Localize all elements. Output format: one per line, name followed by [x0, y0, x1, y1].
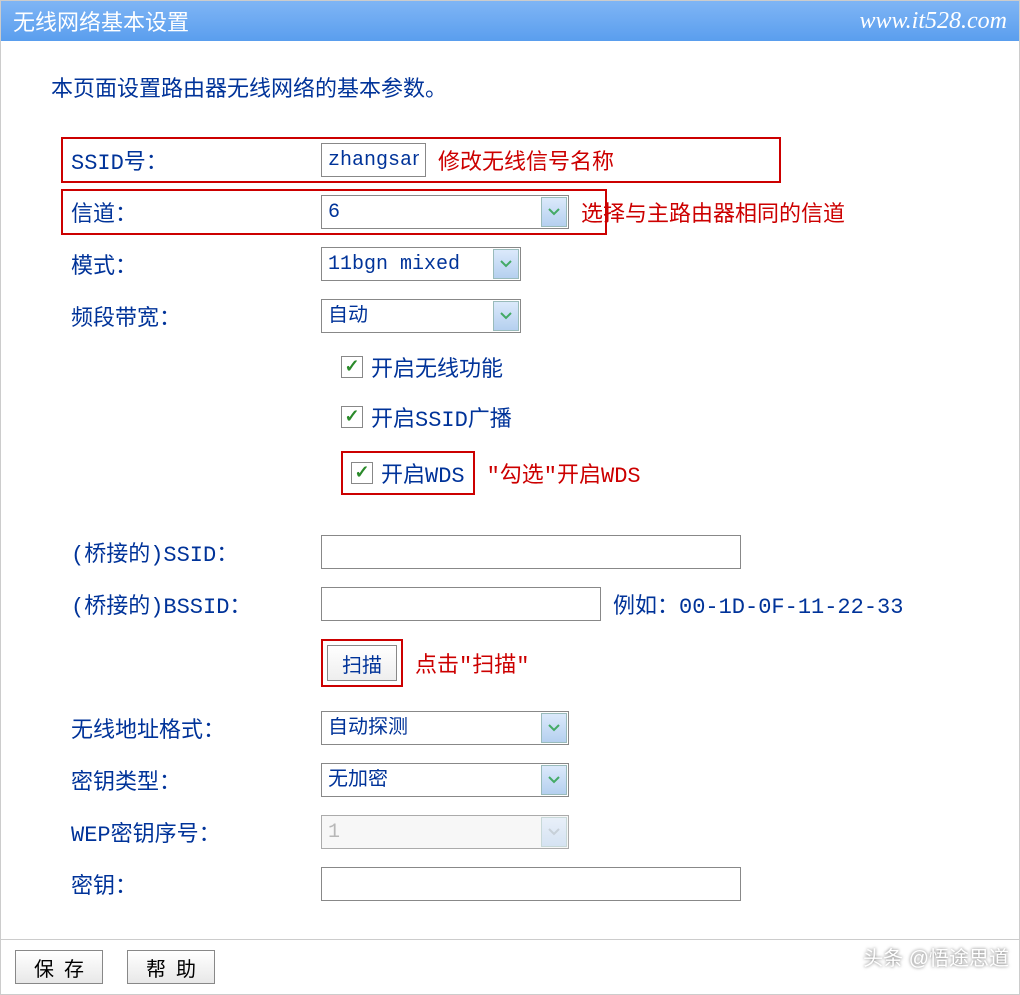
- bridge-ssid-row: (桥接的)SSID：: [51, 535, 979, 569]
- channel-select[interactable]: 6: [321, 195, 569, 229]
- bridge-ssid-input[interactable]: [321, 535, 741, 569]
- key-type-select[interactable]: 无加密: [321, 763, 569, 797]
- channel-annotation: 选择与主路由器相同的信道: [581, 196, 845, 228]
- header-bar: 无线网络基本设置 www.it528.com: [1, 1, 1019, 41]
- content-area: 本页面设置路由器无线网络的基本参数。 SSID号： 修改无线信号名称 信道： 6…: [1, 41, 1019, 939]
- scan-button[interactable]: 扫描: [327, 645, 397, 681]
- mode-label: 模式：: [51, 248, 321, 280]
- bssid-example: 例如：00-1D-0F-11-22-33: [613, 588, 903, 620]
- bandwidth-row: 频段带宽： 自动: [51, 299, 979, 333]
- wep-index-label: WEP密钥序号：: [51, 816, 321, 848]
- mode-select-wrap[interactable]: 11bgn mixed: [321, 247, 521, 281]
- wds-checkbox[interactable]: [351, 462, 373, 484]
- scan-annotation: 点击"扫描": [415, 647, 529, 679]
- wireless-checkbox-label: 开启无线功能: [371, 351, 503, 383]
- help-button[interactable]: 帮助: [127, 950, 215, 984]
- key-input[interactable]: [321, 867, 741, 901]
- main-container: 无线网络基本设置 www.it528.com 本页面设置路由器无线网络的基本参数…: [0, 0, 1020, 995]
- bandwidth-select[interactable]: 自动: [321, 299, 521, 333]
- page-description: 本页面设置路由器无线网络的基本参数。: [51, 71, 979, 103]
- key-type-label: 密钥类型：: [51, 764, 321, 796]
- wds-annotation: "勾选"开启WDS: [487, 457, 641, 489]
- bandwidth-label: 频段带宽：: [51, 300, 321, 332]
- ssid-broadcast-checkbox-row: 开启SSID广播: [341, 401, 979, 433]
- bridge-bssid-label: (桥接的)BSSID：: [51, 588, 321, 620]
- addr-format-select[interactable]: 自动探测: [321, 711, 569, 745]
- header-url: www.it528.com: [859, 8, 1007, 35]
- wireless-checkbox-row: 开启无线功能: [341, 351, 979, 383]
- wep-index-select-wrap: 1: [321, 815, 569, 849]
- wds-checkbox-label: 开启WDS: [381, 457, 465, 489]
- bandwidth-select-wrap[interactable]: 自动: [321, 299, 521, 333]
- ssid-broadcast-checkbox-label: 开启SSID广播: [371, 401, 512, 433]
- addr-format-row: 无线地址格式： 自动探测: [51, 711, 979, 745]
- wds-highlight-box: 开启WDS: [341, 451, 475, 495]
- watermark: 头条 @悟途思道: [863, 942, 1009, 971]
- ssid-row: SSID号： 修改无线信号名称: [51, 143, 979, 177]
- key-label: 密钥：: [51, 868, 321, 900]
- ssid-highlight-box: [61, 137, 781, 183]
- bridge-bssid-input[interactable]: [321, 587, 601, 621]
- bridge-bssid-row: (桥接的)BSSID： 例如：00-1D-0F-11-22-33: [51, 587, 979, 621]
- page-title: 无线网络基本设置: [13, 5, 189, 37]
- addr-format-select-wrap[interactable]: 自动探测: [321, 711, 569, 745]
- wireless-checkbox[interactable]: [341, 356, 363, 378]
- wds-checkbox-row: 开启WDS "勾选"开启WDS: [341, 451, 979, 495]
- mode-row: 模式： 11bgn mixed: [51, 247, 979, 281]
- key-type-row: 密钥类型： 无加密: [51, 763, 979, 797]
- channel-select-wrap[interactable]: 6: [321, 195, 569, 229]
- key-row: 密钥：: [51, 867, 979, 901]
- channel-row: 信道： 6 选择与主路由器相同的信道: [51, 195, 979, 229]
- mode-select[interactable]: 11bgn mixed: [321, 247, 521, 281]
- key-type-select-wrap[interactable]: 无加密: [321, 763, 569, 797]
- ssid-annotation: 修改无线信号名称: [438, 144, 614, 176]
- ssid-broadcast-checkbox[interactable]: [341, 406, 363, 428]
- scan-highlight-box: 扫描: [321, 639, 403, 687]
- wep-index-select: 1: [321, 815, 569, 849]
- scan-row: 扫描 点击"扫描": [321, 639, 979, 687]
- save-button[interactable]: 保存: [15, 950, 103, 984]
- wep-index-row: WEP密钥序号： 1: [51, 815, 979, 849]
- bridge-ssid-label: (桥接的)SSID：: [51, 536, 321, 568]
- addr-format-label: 无线地址格式：: [51, 712, 321, 744]
